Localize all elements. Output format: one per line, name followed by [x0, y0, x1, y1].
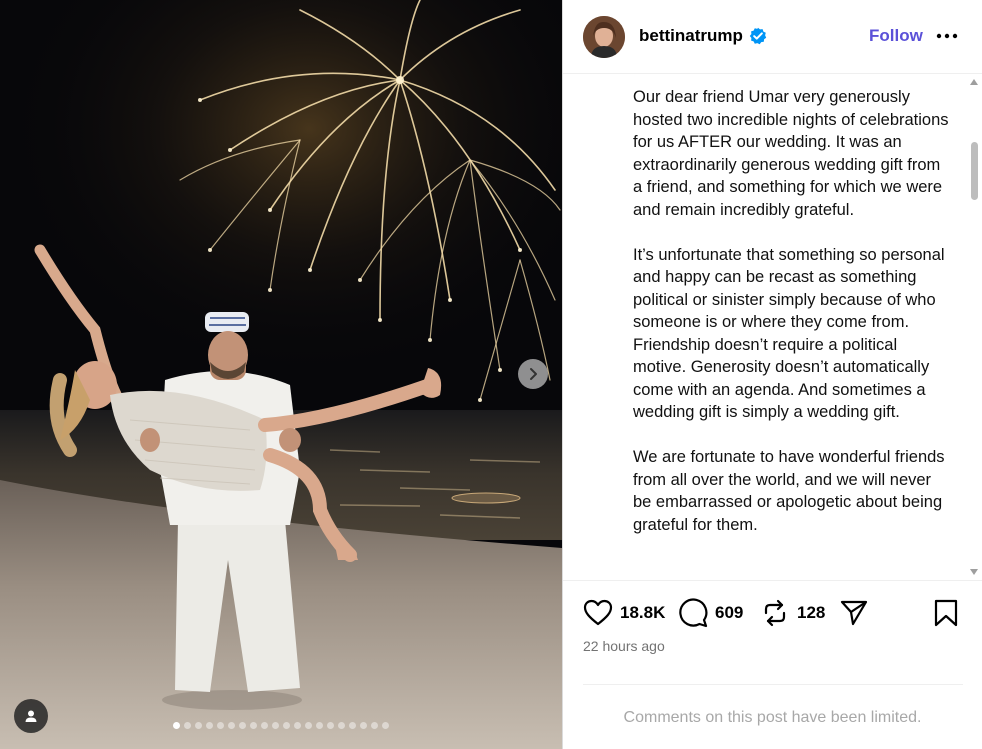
chevron-right-icon [530, 368, 537, 380]
profile-photo [583, 16, 625, 58]
follow-button[interactable]: Follow [869, 26, 923, 46]
post-photo [0, 0, 562, 749]
caption-scroll-area[interactable]: Our dear friend Umar very generously hos… [563, 75, 982, 579]
repost-icon [764, 599, 786, 627]
carousel-dot [250, 722, 257, 729]
user-icon [25, 710, 37, 722]
carousel-dot [338, 722, 345, 729]
comment-count: 609 [715, 603, 744, 622]
carousel-dot [228, 722, 235, 729]
carousel-dot [327, 722, 334, 729]
carousel-indicator [0, 722, 562, 729]
carousel-dot [272, 722, 279, 729]
carousel-dot [173, 722, 180, 729]
caption-scrollbar[interactable] [966, 75, 982, 579]
carousel-dot [360, 722, 367, 729]
repost-button[interactable]: 128 [760, 596, 825, 630]
scroll-up-arrow-icon[interactable] [966, 75, 982, 89]
carousel-dot [371, 722, 378, 729]
like-button[interactable]: 18.8K [583, 596, 665, 630]
share-icon [840, 600, 868, 626]
like-count: 18.8K [620, 603, 666, 622]
post-dialog: bettinatrump Follow Our dear friend Umar… [0, 0, 982, 749]
carousel-dot [195, 722, 202, 729]
save-button[interactable] [933, 596, 959, 630]
carousel-dot [184, 722, 191, 729]
carousel-dot [382, 722, 389, 729]
post-timestamp[interactable]: 22 hours ago [583, 638, 665, 654]
carousel-dot [305, 722, 312, 729]
more-options-icon[interactable] [935, 26, 959, 46]
carousel-dot [316, 722, 323, 729]
divider [563, 580, 982, 581]
divider [583, 684, 963, 685]
avatar[interactable] [583, 16, 625, 58]
post-caption: Our dear friend Umar very generously hos… [633, 88, 949, 534]
carousel-dot [239, 722, 246, 729]
carousel-dot [217, 722, 224, 729]
next-slide-button[interactable] [518, 359, 548, 389]
repost-count: 128 [797, 603, 826, 622]
verified-badge-icon [749, 27, 767, 45]
heart-icon [583, 599, 613, 626]
scrollbar-thumb[interactable] [971, 142, 978, 200]
share-button[interactable] [839, 596, 869, 630]
comment-button[interactable]: 609 [678, 596, 743, 630]
post-media[interactable] [0, 0, 562, 749]
save-icon [934, 599, 958, 627]
scroll-down-arrow-icon[interactable] [966, 565, 982, 579]
comment-icon [679, 598, 708, 628]
carousel-dot [283, 722, 290, 729]
comments-limited-notice: Comments on this post have been limited. [623, 709, 922, 726]
action-bar: 18.8K 609 128 [563, 596, 982, 630]
carousel-dot [206, 722, 213, 729]
carousel-dot [294, 722, 301, 729]
username[interactable]: bettinatrump [639, 26, 743, 46]
carousel-dot [261, 722, 268, 729]
post-header: bettinatrump Follow [563, 0, 982, 74]
carousel-dot [349, 722, 356, 729]
post-side-panel: bettinatrump Follow Our dear friend Umar… [562, 0, 982, 749]
